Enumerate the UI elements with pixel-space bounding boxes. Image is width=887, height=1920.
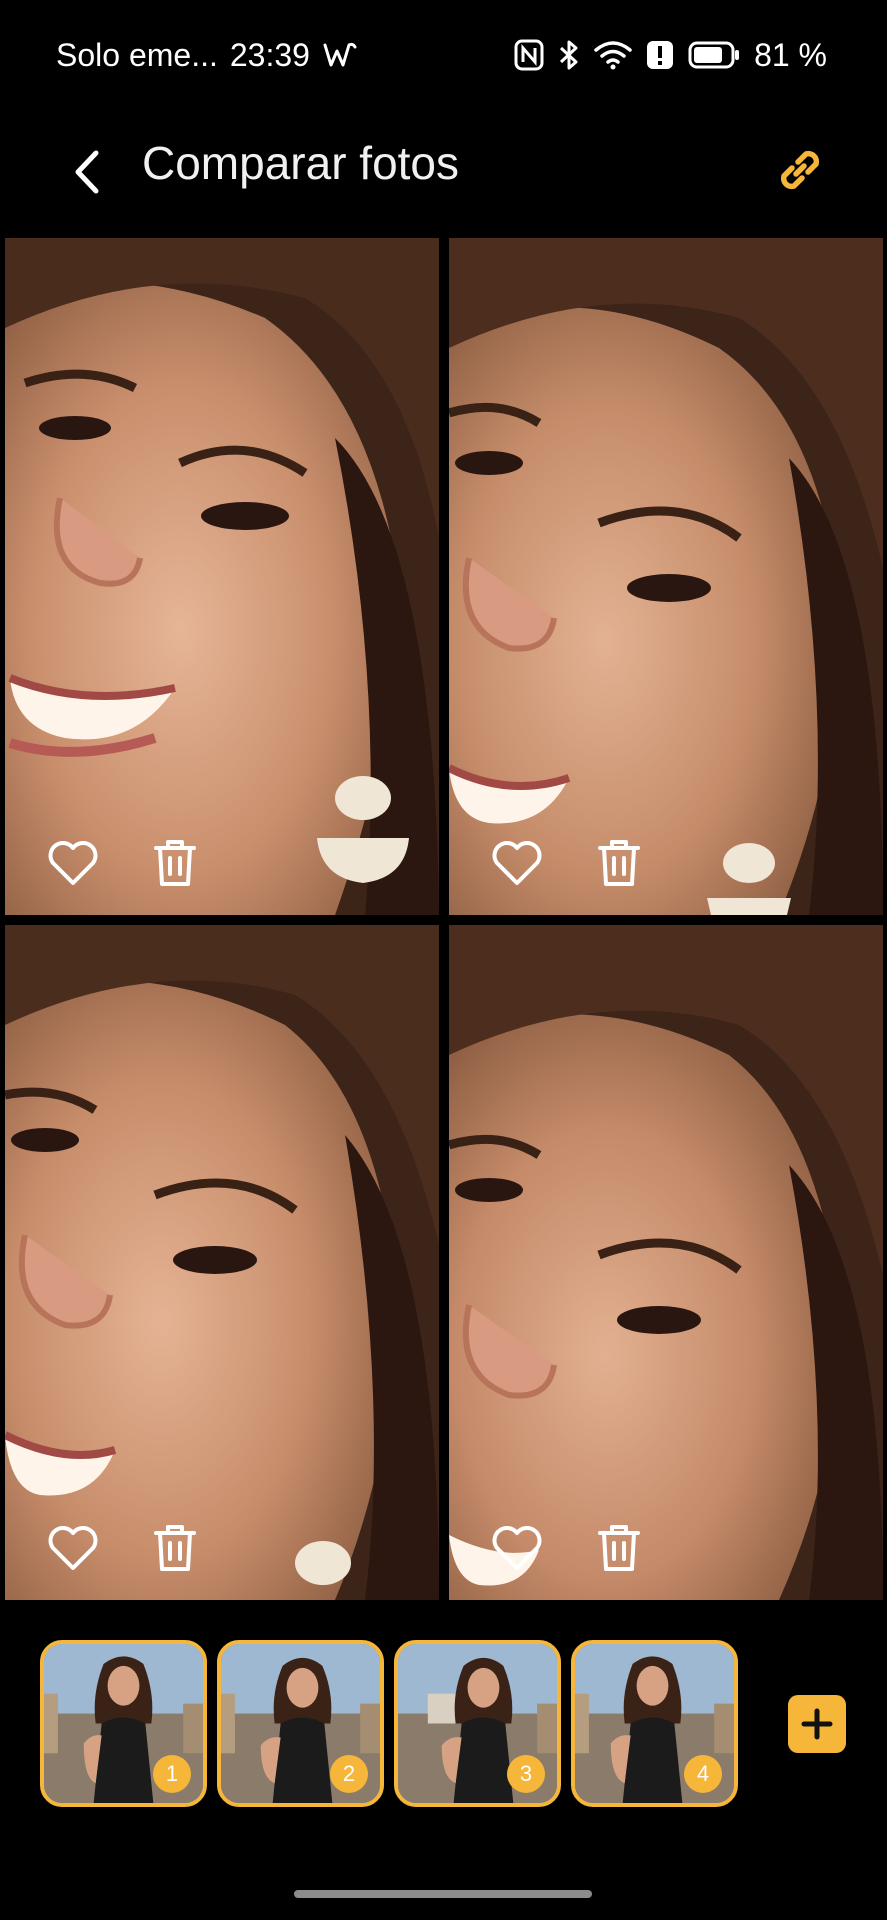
thumbnail-number-badge: 1	[153, 1755, 191, 1793]
trash-icon	[154, 1525, 196, 1571]
photo-cell-2[interactable]	[449, 238, 883, 915]
delete-button[interactable]	[593, 837, 645, 889]
back-button[interactable]	[62, 142, 112, 202]
chevron-left-icon	[75, 150, 99, 194]
thumbnail-4[interactable]: 4	[571, 1640, 738, 1807]
portrait-photo-4	[449, 925, 883, 1600]
nfc-icon	[514, 39, 544, 71]
photo-actions	[491, 1522, 645, 1574]
portrait-photo-1	[5, 238, 439, 915]
clock: 23:39	[229, 36, 310, 73]
trash-icon	[598, 1525, 640, 1571]
heart-icon	[48, 1526, 98, 1570]
thumbnail-3[interactable]: 3	[394, 1640, 561, 1807]
thumbnail-number-badge: 4	[684, 1755, 722, 1793]
carrier-label: Solo eme...	[56, 36, 218, 73]
battery-icon	[688, 41, 740, 69]
thumbnail-strip: 1 2 3 4	[0, 1630, 887, 1830]
home-indicator[interactable]	[294, 1890, 592, 1898]
photo-actions	[47, 1522, 201, 1574]
link-icon	[780, 150, 820, 190]
heart-icon	[492, 1526, 542, 1570]
photo-actions	[47, 837, 201, 889]
signal-wave-icon	[323, 42, 357, 67]
thumbnail-2[interactable]: 2	[217, 1640, 384, 1807]
plus-icon	[801, 1708, 833, 1740]
thumbnail-number-badge: 3	[507, 1755, 545, 1793]
battery-percent: 81 %	[754, 36, 827, 73]
delete-button[interactable]	[149, 837, 201, 889]
trash-icon	[598, 840, 640, 886]
photo-cell-1[interactable]	[5, 238, 439, 915]
favorite-button[interactable]	[47, 837, 99, 889]
photo-cell-4[interactable]	[449, 925, 883, 1600]
status-left: Solo eme... 23:39	[56, 37, 358, 74]
trash-icon	[154, 840, 196, 886]
favorite-button[interactable]	[491, 837, 543, 889]
photo-cell-3[interactable]	[5, 925, 439, 1600]
thumbnail-number-badge: 2	[330, 1755, 368, 1793]
add-photo-button[interactable]	[788, 1695, 846, 1753]
photo-actions	[491, 837, 645, 889]
favorite-button[interactable]	[47, 1522, 99, 1574]
wifi-icon	[594, 41, 632, 70]
page-title: Comparar fotos	[142, 137, 460, 189]
portrait-photo-2	[449, 238, 883, 915]
heart-icon	[48, 841, 98, 885]
status-bar: Solo eme... 23:39 81 %	[0, 0, 887, 110]
delete-button[interactable]	[593, 1522, 645, 1574]
heart-icon	[492, 841, 542, 885]
bluetooth-icon	[560, 40, 578, 70]
thumbnail-1[interactable]: 1	[40, 1640, 207, 1807]
favorite-button[interactable]	[491, 1522, 543, 1574]
delete-button[interactable]	[149, 1522, 201, 1574]
app-bar: Comparar fotos	[0, 110, 887, 235]
link-button[interactable]	[768, 138, 832, 202]
photo-compare-grid	[0, 238, 887, 1600]
portrait-photo-3	[5, 925, 439, 1600]
status-right: 81 %	[514, 37, 827, 74]
alert-icon	[647, 41, 674, 69]
